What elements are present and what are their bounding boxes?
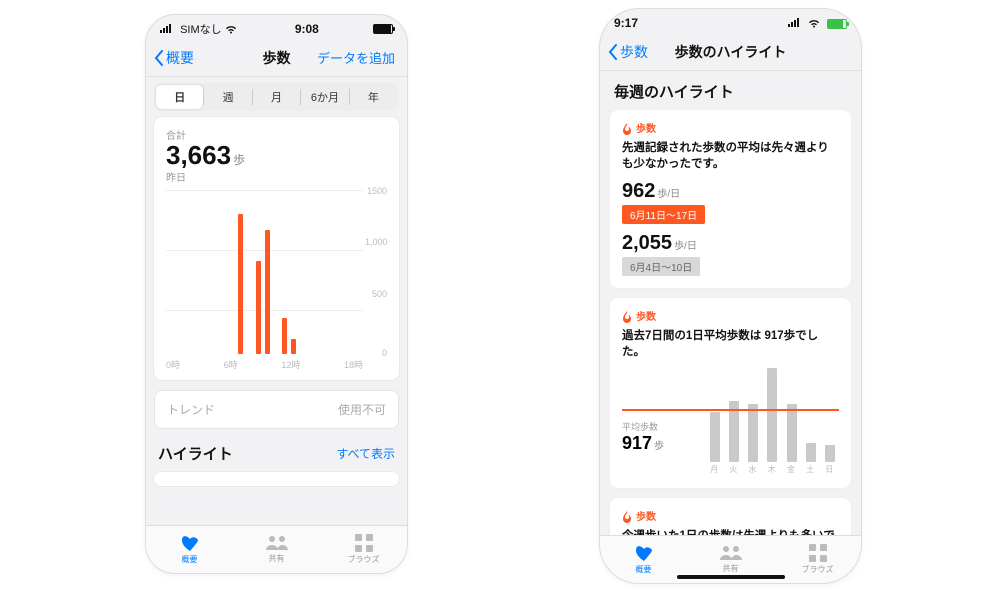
this-week-more-card[interactable]: 歩数 今週歩いた1日の歩数は先週よりも多いです。 262 (610, 498, 851, 537)
content-scroll[interactable]: 日 週 月 6か月 年 合計 3,663歩 昨日 1500 (146, 77, 407, 525)
tab-bar: 概要 共有 ブラウズ (146, 525, 407, 573)
heart-icon (634, 544, 654, 562)
status-bar: 9:17 (600, 9, 861, 33)
highlights-title: ハイライト (158, 443, 233, 464)
chart-bar (806, 443, 816, 462)
weekly-highlights-title: 毎週のハイライト (614, 81, 847, 102)
category-label: 歩数 (622, 120, 839, 135)
grid-icon (809, 544, 827, 562)
tab-bar: 概要 共有 ブラウズ (600, 535, 861, 583)
grid-icon (355, 534, 373, 552)
flame-icon (622, 123, 632, 133)
show-all-link[interactable]: すべて表示 (336, 445, 395, 462)
chart-bar (238, 214, 243, 354)
nav-bar: 歩数 歩数のハイライト (600, 33, 861, 71)
seven-day-average-card[interactable]: 歩数 過去7日間の1日平均歩数は 917歩でした。 平均歩数 917歩 月火水木… (610, 298, 851, 488)
content-scroll[interactable]: 毎週のハイライト 歩数 先週記録された歩数の平均は先々週よりも少なかったです。 … (600, 71, 861, 537)
seven-day-bar-chart: 平均歩数 917歩 月火水木金土日 (622, 368, 839, 476)
hourly-steps-chart[interactable]: 1500 1,000 500 0 0時 6時 12時 18時 (166, 190, 387, 370)
add-data-button[interactable]: データを追加 (317, 48, 395, 67)
chart-bar (767, 368, 777, 462)
chart-bar (748, 404, 758, 462)
people-icon (266, 535, 288, 551)
back-label: 概要 (166, 48, 194, 68)
chart-bar (282, 318, 287, 354)
trend-value: 使用不可 (338, 401, 386, 418)
average-line (622, 409, 839, 411)
status-bar: SIMなし 9:08 (146, 15, 407, 39)
tab-browse[interactable]: ブラウズ (774, 536, 861, 583)
nav-bar: 概要 歩数 データを追加 (146, 39, 407, 77)
wifi-icon (225, 24, 237, 36)
wifi-icon (808, 18, 820, 30)
people-icon (720, 545, 742, 561)
card-description: 先週記録された歩数の平均は先々週よりも少なかったです。 (622, 141, 839, 172)
date-range-current: 6月11日〜17日 (622, 205, 705, 224)
back-label: 歩数 (620, 42, 648, 62)
flame-icon (622, 311, 632, 321)
date-label: 昨日 (166, 169, 387, 184)
category-label: 歩数 (622, 308, 839, 323)
tab-share[interactable]: 共有 (233, 526, 320, 573)
status-time: 9:17 (614, 16, 638, 30)
chart-bar (710, 412, 720, 462)
segment-week[interactable]: 週 (204, 85, 251, 109)
carrier-label: SIMなし (180, 24, 222, 36)
battery-icon (373, 23, 393, 35)
phone-right-highlights: 9:17 歩数 歩数のハイライト 毎週のハイライト 歩数 先週記録された歩数の平… (599, 8, 862, 584)
tab-summary[interactable]: 概要 (146, 526, 233, 573)
cell-signal-icon (160, 23, 171, 33)
highlight-card-peek[interactable] (154, 472, 399, 486)
tab-summary[interactable]: 概要 (600, 536, 687, 583)
trend-row[interactable]: トレンド 使用不可 (154, 390, 399, 429)
card-description: 過去7日間の1日平均歩数は 917歩でした。 (622, 329, 839, 360)
category-label: 歩数 (622, 508, 839, 523)
highlights-section-header: ハイライト すべて表示 (158, 443, 395, 464)
flame-icon (622, 511, 632, 521)
trend-label: トレンド (167, 401, 215, 418)
average-value: 917 (622, 433, 652, 453)
battery-icon (827, 18, 847, 30)
steps-chart-card: 合計 3,663歩 昨日 1500 1,000 500 0 0時 6時 (154, 117, 399, 380)
nav-title: 歩数のハイライト (675, 42, 787, 62)
average-readout: 平均歩数 917歩 (622, 420, 664, 454)
back-button[interactable]: 歩数 (608, 42, 648, 62)
weekly-compare-card[interactable]: 歩数 先週記録された歩数の平均は先々週よりも少なかったです。 962歩/日 6月… (610, 110, 851, 288)
nav-title: 歩数 (263, 48, 291, 68)
total-steps-unit: 歩 (233, 153, 245, 167)
chart-bar (825, 445, 835, 462)
chevron-left-icon (608, 44, 618, 60)
back-button[interactable]: 概要 (154, 48, 194, 68)
segment-6mo[interactable]: 6か月 (301, 85, 348, 109)
segment-month[interactable]: 月 (253, 85, 300, 109)
compare-value-1: 962 (622, 180, 655, 202)
chart-bar (265, 230, 270, 354)
chart-bar (256, 261, 261, 354)
tab-browse[interactable]: ブラウズ (320, 526, 407, 573)
total-steps-value: 3,663 (166, 140, 231, 170)
chart-x-labels: 0時 6時 12時 18時 (166, 358, 363, 370)
compare-value-2: 2,055 (622, 232, 672, 254)
chart-bar (291, 339, 296, 354)
chart-bar (787, 404, 797, 462)
home-indicator[interactable] (677, 575, 785, 579)
cell-signal-icon (788, 17, 799, 27)
chart-y-labels: 1500 1,000 500 0 (365, 190, 387, 354)
status-time: 9:08 (295, 22, 319, 36)
timeframe-segmented-control[interactable]: 日 週 月 6か月 年 (154, 83, 399, 111)
weekday-labels: 月火水木金土日 (622, 464, 839, 476)
segment-day[interactable]: 日 (156, 85, 203, 109)
phone-left-steps-detail: SIMなし 9:08 概要 歩数 データを追加 日 週 月 6か月 (145, 14, 408, 574)
segment-year[interactable]: 年 (350, 85, 397, 109)
heart-icon (180, 534, 200, 552)
date-range-previous: 6月4日〜10日 (622, 257, 700, 276)
chevron-left-icon (154, 50, 164, 66)
